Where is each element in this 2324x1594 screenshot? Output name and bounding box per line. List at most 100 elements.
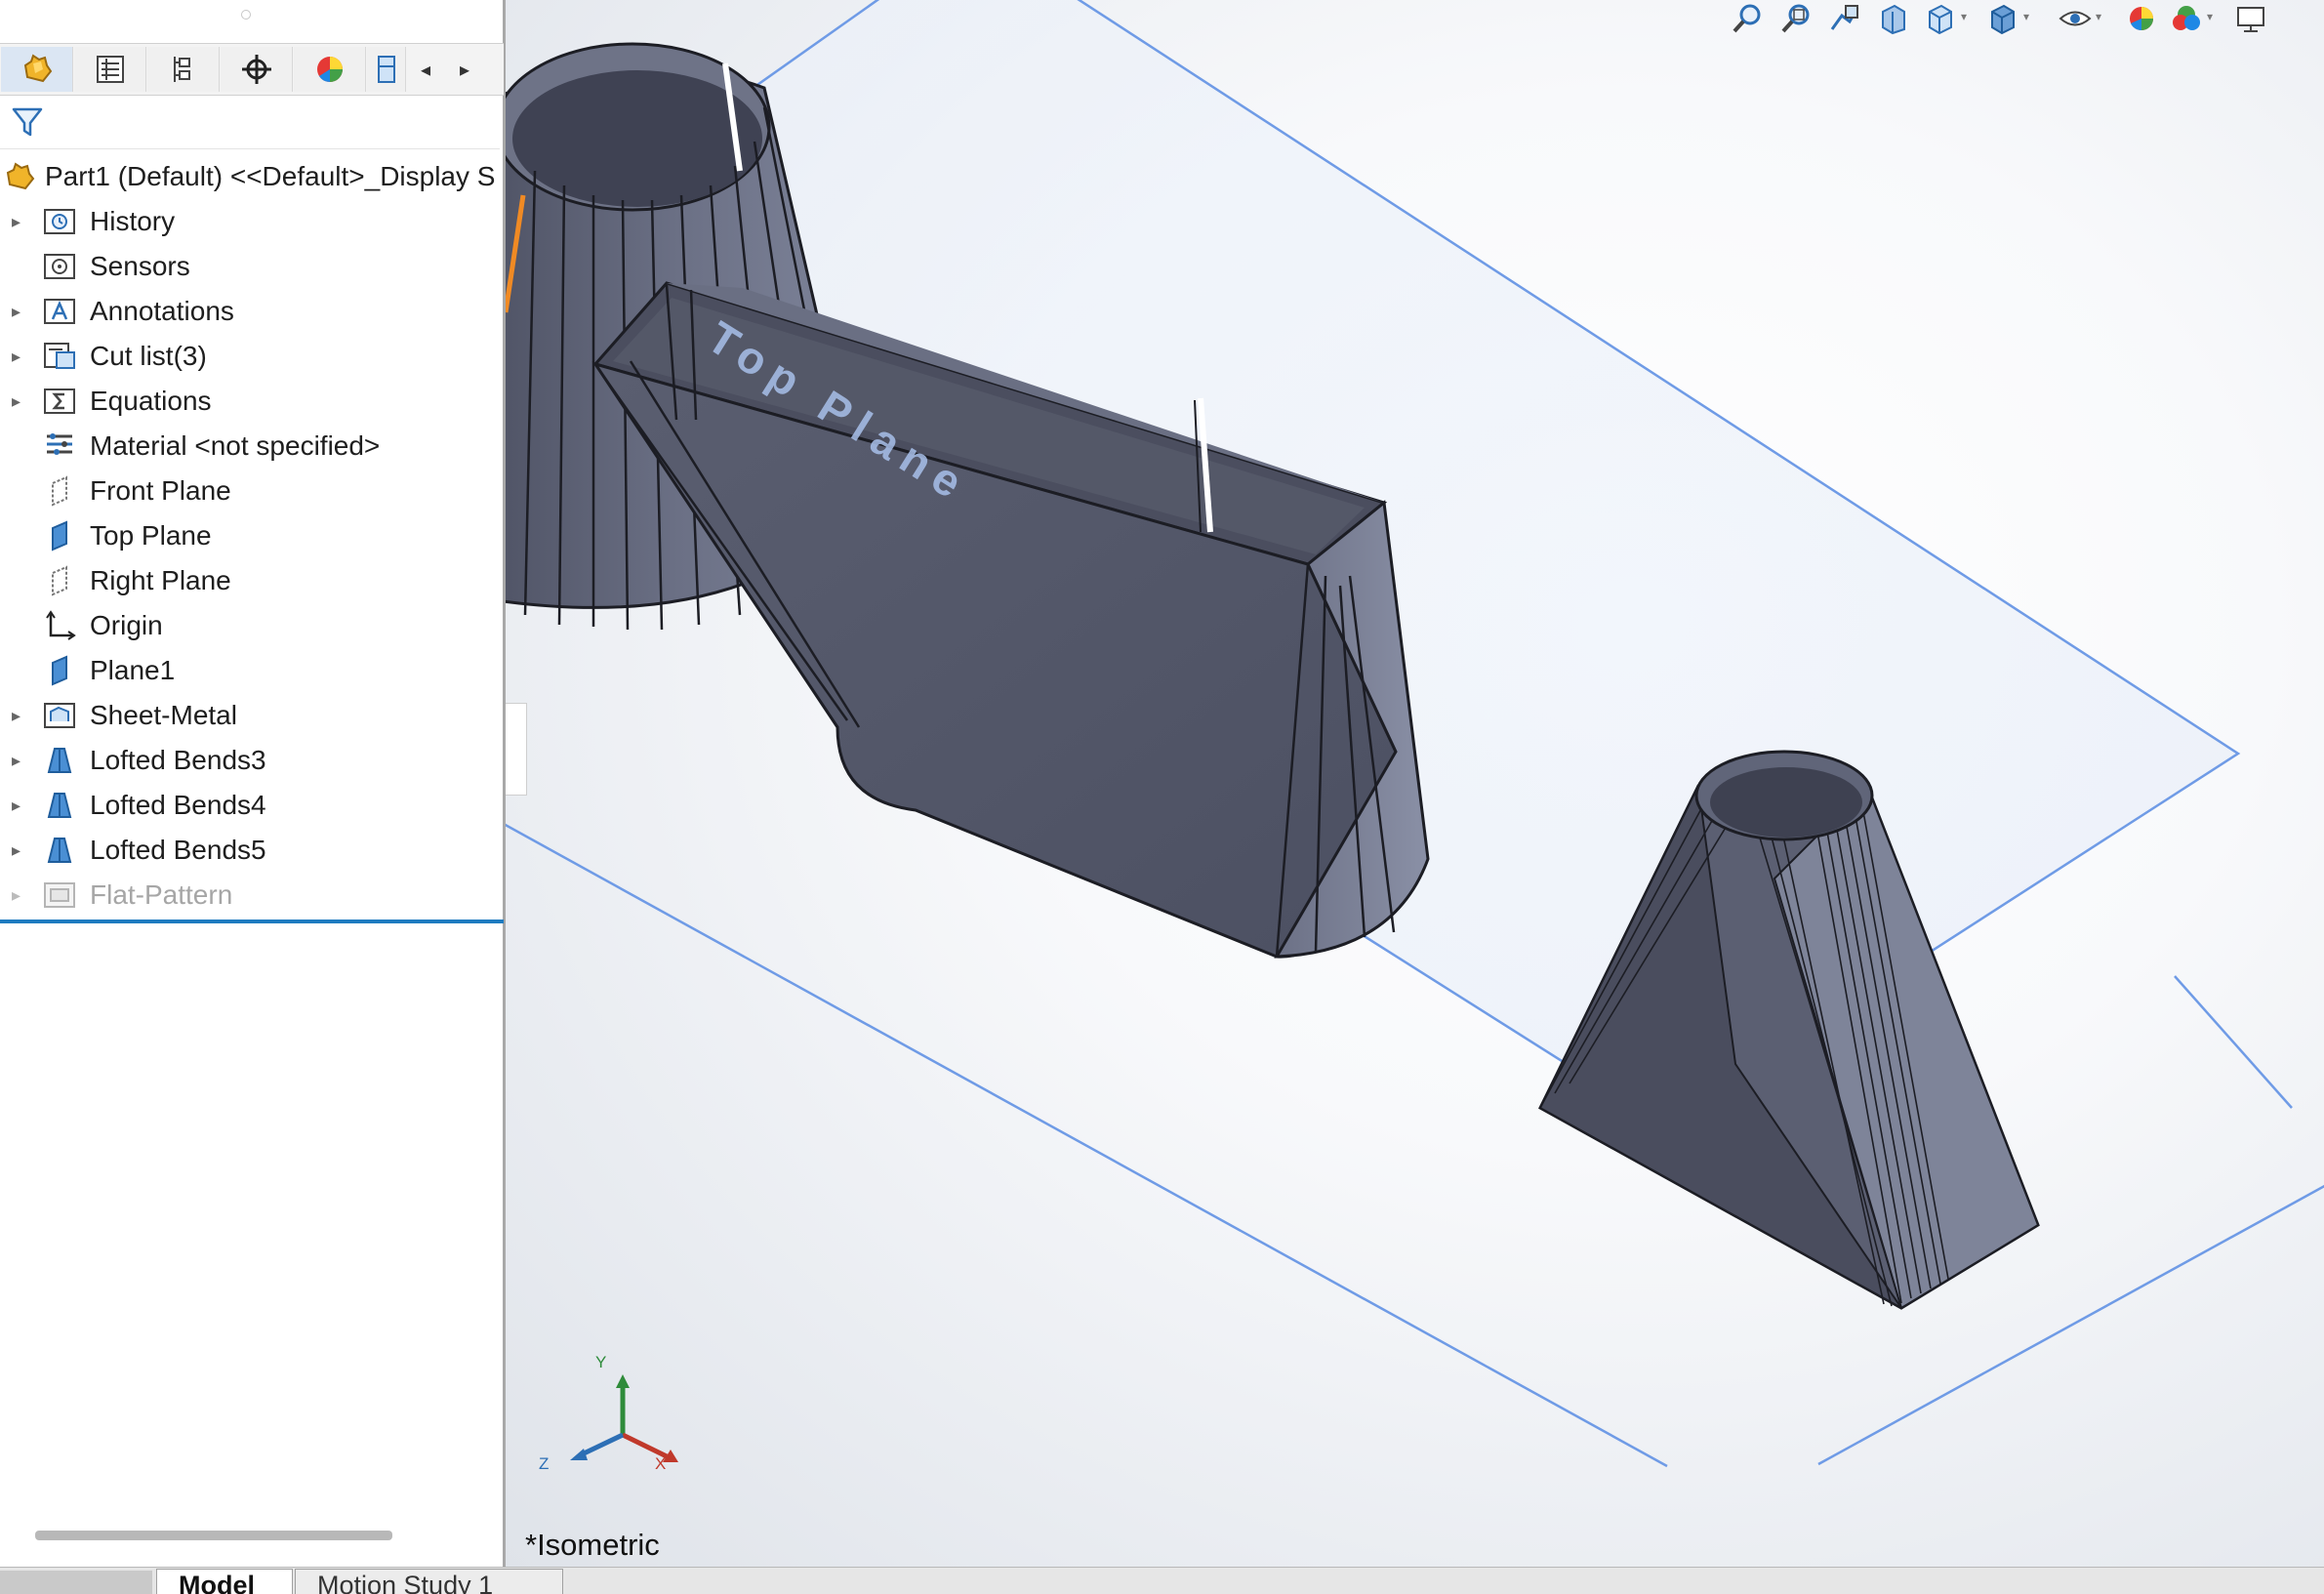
panel-collapse-handle[interactable] [506, 703, 527, 796]
triad-x-label: X [655, 1454, 667, 1473]
apply-scene-dropdown-icon[interactable]: ▾ [2207, 10, 2213, 23]
cam-icon [377, 56, 395, 83]
model-scene [506, 0, 2324, 1468]
expand-arrow-icon[interactable]: ▸ [12, 199, 27, 244]
tab-motion-study[interactable]: Motion Study 1 [295, 1569, 563, 1594]
origin-icon [46, 610, 76, 640]
view-orientation-icon[interactable] [1924, 2, 1957, 35]
section-view-icon[interactable] [1877, 2, 1910, 35]
hide-show-items-icon[interactable] [2059, 2, 2092, 35]
view-orientation-dropdown-icon[interactable]: ▾ [1961, 10, 1967, 23]
feature-manager-panel: ◂ ▸ Part1 (Default) <<Default>_Display S… [0, 0, 506, 1567]
display-manager-icon [316, 57, 343, 83]
display-style-icon[interactable] [1986, 2, 2019, 35]
rollback-bar[interactable] [0, 920, 504, 923]
plane-icon [52, 475, 67, 507]
heads-up-view-toolbar: ▾ ▾ ▾ ▾ [1731, 0, 2324, 37]
tree-filter-bar[interactable] [0, 96, 500, 149]
tree-item-flat-pattern[interactable]: ▸ Flat-Pattern [0, 873, 504, 918]
filter-icon[interactable] [10, 103, 45, 141]
cut-list-icon [44, 343, 75, 369]
tree-root-part[interactable]: Part1 (Default) <<Default>_Display S [0, 154, 504, 199]
tree-item-lofted-bends3[interactable]: ▸ Lofted Bends3 [0, 738, 504, 783]
sheet-metal-icon [44, 703, 75, 728]
sensors-folder-icon [44, 254, 75, 279]
part-icon [6, 162, 35, 190]
plane-icon [52, 655, 67, 686]
lofted-bends-icon [47, 748, 72, 773]
tree-root-label: Part1 (Default) <<Default>_Display S [45, 161, 496, 191]
tree-item-label: Material <not specified> [90, 430, 381, 461]
tree-item-label: Lofted Bends4 [90, 790, 266, 820]
expand-arrow-icon[interactable]: ▸ [12, 828, 27, 873]
dimxpert-icon [241, 55, 271, 84]
expand-arrow-icon[interactable]: ▸ [12, 693, 27, 738]
plane-icon [52, 565, 67, 596]
configurationmanager-tab[interactable] [147, 47, 220, 92]
tree-item-label: Origin [90, 610, 163, 640]
tab-model[interactable]: Model [156, 1569, 293, 1594]
lofted-bends-icon [47, 793, 72, 818]
configurationmanager-icon [173, 57, 190, 82]
display-style-dropdown-icon[interactable]: ▾ [2023, 10, 2029, 23]
tree-item-top-plane[interactable]: Top Plane [0, 513, 504, 558]
equations-folder-icon [44, 388, 75, 414]
tree-item-material[interactable]: Material <not specified> [0, 424, 504, 469]
zoom-to-area-icon[interactable] [1779, 2, 1813, 35]
tree-item-annotations[interactable]: ▸ Annotations [0, 289, 504, 334]
tree-item-label: Equations [90, 386, 212, 416]
edit-appearance-icon[interactable] [2125, 2, 2158, 35]
tree-item-lofted-bends5[interactable]: ▸ Lofted Bends5 [0, 828, 504, 873]
bottom-tab-bar: Model Motion Study 1 [0, 1567, 2324, 1594]
tree-item-plane1[interactable]: Plane1 [0, 648, 504, 693]
tab-navigation-arrows[interactable] [0, 1571, 152, 1594]
dimxpert-tab[interactable] [221, 47, 293, 92]
expand-arrow-icon[interactable]: ▸ [12, 783, 27, 828]
history-folder-icon [44, 209, 75, 234]
cam-tab[interactable] [367, 47, 406, 92]
coordinate-triad [570, 1374, 678, 1462]
tree-item-label: Sheet-Metal [90, 700, 237, 730]
tree-item-right-plane[interactable]: Right Plane [0, 558, 504, 603]
propertymanager-tab[interactable] [74, 47, 146, 92]
expand-arrow-icon[interactable]: ▸ [12, 738, 27, 783]
view-name-label: *Isometric [525, 1528, 660, 1562]
tab-scroll-right-icon[interactable]: ▸ [445, 47, 484, 92]
tree-item-lofted-bends4[interactable]: ▸ Lofted Bends4 [0, 783, 504, 828]
view-settings-icon[interactable] [2234, 2, 2267, 35]
display-manager-tab[interactable] [294, 47, 366, 92]
tree-item-history[interactable]: ▸ History [0, 199, 504, 244]
triad-y-label: Y [595, 1353, 607, 1371]
tree-item-label: Top Plane [90, 520, 212, 551]
tree-item-origin[interactable]: Origin [0, 603, 504, 648]
lofted-bends-icon [47, 838, 72, 863]
material-icon [47, 433, 72, 455]
hide-show-dropdown-icon[interactable]: ▾ [2096, 10, 2101, 23]
expand-arrow-icon[interactable]: ▸ [12, 379, 27, 424]
zoom-to-fit-icon[interactable] [1731, 2, 1764, 35]
tree-item-label: Flat-Pattern [90, 879, 233, 910]
tree-item-label: Right Plane [90, 565, 231, 595]
previous-view-icon[interactable] [1828, 2, 1861, 35]
tab-scroll-left-icon[interactable]: ◂ [406, 47, 445, 92]
tree-item-equations[interactable]: ▸ Equations [0, 379, 504, 424]
expand-arrow-icon[interactable]: ▸ [12, 289, 27, 334]
featuremanager-tab[interactable] [1, 47, 73, 92]
tree-item-front-plane[interactable]: Front Plane [0, 469, 504, 513]
tree-item-label: Plane1 [90, 655, 176, 685]
featuremanager-icon [23, 54, 52, 83]
panel-grip[interactable] [241, 10, 251, 20]
graphics-viewport[interactable]: Top Plane Y X Z ▾ ▾ ▾ ▾ *Isometric [506, 0, 2324, 1567]
tree-item-cut-list[interactable]: ▸ Cut list(3) [0, 334, 504, 379]
apply-scene-icon[interactable] [2170, 2, 2203, 35]
tree-item-label: Annotations [90, 296, 234, 326]
feature-tree: Part1 (Default) <<Default>_Display S ▸ H… [0, 154, 504, 925]
annotations-folder-icon [44, 299, 75, 324]
expand-arrow-icon[interactable]: ▸ [12, 873, 27, 918]
panel-horizontal-scrollbar[interactable] [35, 1531, 392, 1540]
tree-item-label: Lofted Bends5 [90, 835, 266, 865]
expand-arrow-icon[interactable]: ▸ [12, 334, 27, 379]
propertymanager-icon [96, 56, 124, 83]
tree-item-sheet-metal[interactable]: ▸ Sheet-Metal [0, 693, 504, 738]
tree-item-sensors[interactable]: Sensors [0, 244, 504, 289]
